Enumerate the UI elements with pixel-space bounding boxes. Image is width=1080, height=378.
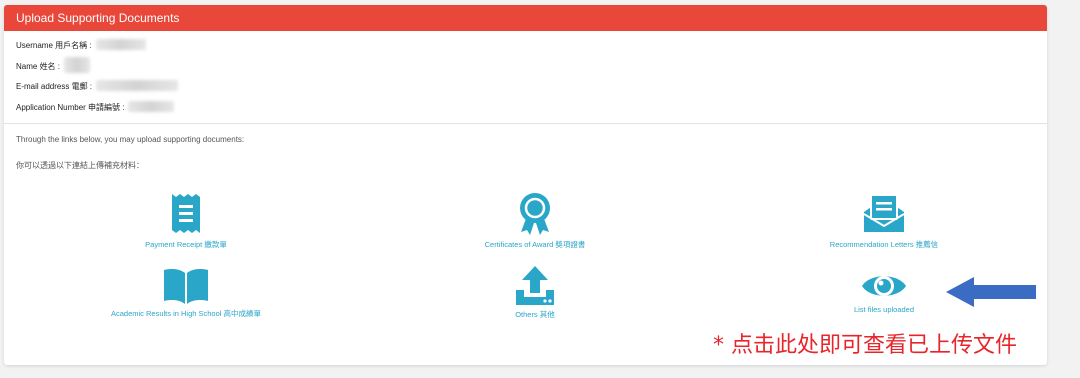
envelope-letter-icon <box>863 194 905 232</box>
upload-tray-icon <box>516 266 554 305</box>
username-row: Username 用戶名稱 : <box>16 39 1035 60</box>
blue-pointer-arrow-icon <box>946 277 1036 307</box>
payment-receipt-label: Payment Receipt 繳款單 <box>145 240 227 249</box>
intro-chinese: 你可以透過以下連結上傳補充材料： <box>16 161 144 170</box>
award-ribbon-icon <box>520 193 550 235</box>
application-row: Application Number 申請編號 : <box>16 100 1035 122</box>
username-label: Username 用戶名稱 : <box>16 41 92 50</box>
email-value-redacted <box>96 80 179 91</box>
email-label: E-mail address 電郵 : <box>16 82 93 91</box>
others-label: Others 其他 <box>515 310 555 319</box>
academic-results-link[interactable]: Academic Results in High School 高中成績單 <box>66 267 306 319</box>
email-row: E-mail address 電郵 : <box>16 80 1035 101</box>
open-book-icon <box>164 269 208 304</box>
name-label: Name 姓名 : <box>16 61 61 71</box>
applicant-info: Username 用戶名稱 : Name 姓名 : E-mail address… <box>4 31 1047 121</box>
others-link[interactable]: Others 其他 <box>415 264 655 320</box>
eye-icon <box>862 276 906 296</box>
academic-results-label: Academic Results in High School 高中成績單 <box>110 309 262 318</box>
name-row: Name 姓名 : <box>16 56 1035 81</box>
intro-english: Through the links below, you may upload … <box>16 135 245 144</box>
payment-receipt-link[interactable]: Payment Receipt 繳款單 <box>66 192 306 250</box>
upload-intro: Through the links below, you may upload … <box>16 135 244 187</box>
recommendation-letters-link[interactable]: Recommendation Letters 推薦信 <box>764 192 1004 250</box>
section-divider <box>4 123 1047 124</box>
receipt-icon <box>172 194 200 233</box>
upload-documents-panel: Upload Supporting Documents Username 用戶名… <box>4 5 1047 365</box>
certificates-of-award-link[interactable]: Certificates of Award 獎項證書 <box>415 192 655 250</box>
annotation-text: * 点击此处即可查看已上传文件 <box>713 333 1017 358</box>
application-number-redacted <box>128 100 175 112</box>
certificates-of-award-label: Certificates of Award 獎項證書 <box>484 240 586 249</box>
application-number-label: Application Number 申請編號 : <box>16 102 125 112</box>
name-value-redacted <box>64 56 91 73</box>
recommendation-letters-label: Recommendation Letters 推薦信 <box>829 240 939 249</box>
username-value-redacted <box>95 39 146 50</box>
panel-header: Upload Supporting Documents <box>4 5 1047 31</box>
